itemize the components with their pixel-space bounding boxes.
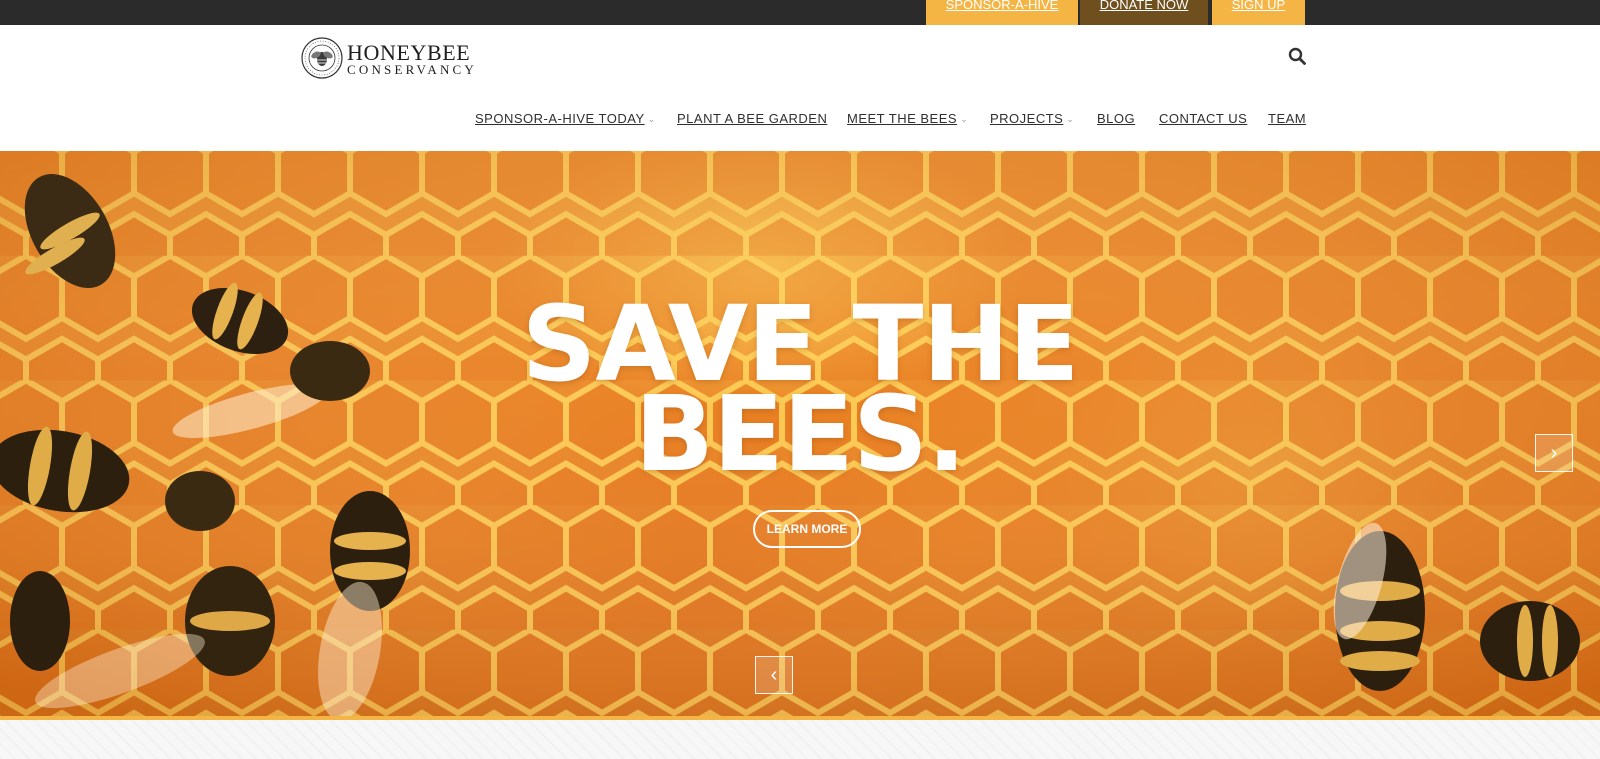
nav-item-label: BLOG <box>1097 111 1136 126</box>
nav-item-label: CONTACT US <box>1159 111 1248 126</box>
search-icon[interactable] <box>1288 47 1306 65</box>
hero-slider: SAVE THE BEES. LEARN MORE › ‹ <box>0 151 1600 716</box>
nav-item-projects[interactable]: PROJECTS ⌄ <box>990 111 1074 126</box>
sponsor-a-hive-button[interactable]: SPONSOR-A-HIVE <box>926 0 1078 25</box>
hero-title: SAVE THE BEES. <box>0 292 1600 495</box>
chevron-left-icon: ‹ <box>770 664 778 686</box>
learn-more-button[interactable]: LEARN MORE <box>753 510 861 548</box>
top-utility-bar: SPONSOR-A-HIVE DONATE NOW SIGN UP <box>0 0 1600 25</box>
content-section-top <box>0 716 1600 759</box>
chevron-down-icon: ⌄ <box>1066 114 1075 124</box>
hero-title-line2: BEES. <box>634 373 967 495</box>
nav-item-blog[interactable]: BLOG <box>1097 111 1135 126</box>
sponsor-a-hive-label: SPONSOR-A-HIVE <box>945 0 1059 12</box>
logo-wordmark-line1: HONEYBEE <box>347 40 471 65</box>
nav-item-label: TEAM <box>1268 111 1307 126</box>
nav-item-label: MEET THE BEES <box>847 111 958 126</box>
nav-item-meet-the-bees[interactable]: MEET THE BEES ⌄ <box>847 111 968 126</box>
donate-now-label: DONATE NOW <box>1099 0 1189 12</box>
logo-wordmark-line2: CONSERVANCY <box>347 62 477 77</box>
site-header: HONEYBEE CONSERVANCY SPONSOR-A-HIVE TODA… <box>0 25 1600 151</box>
chevron-down-icon: ⌄ <box>960 114 969 124</box>
site-logo[interactable]: HONEYBEE CONSERVANCY <box>300 36 474 81</box>
nav-item-contact-us[interactable]: CONTACT US <box>1159 111 1247 126</box>
nav-item-label: SPONSOR-A-HIVE TODAY <box>475 111 645 126</box>
slider-prev-button[interactable]: ‹ <box>755 656 793 694</box>
nav-item-label: PROJECTS <box>990 111 1064 126</box>
sign-up-label: SIGN UP <box>1231 0 1286 12</box>
chevron-right-icon: › <box>1550 442 1558 464</box>
logo-seal-icon <box>301 37 343 79</box>
sign-up-button[interactable]: SIGN UP <box>1212 0 1305 25</box>
nav-item-label: PLANT A BEE GARDEN <box>677 111 828 126</box>
bee-illustration <box>1333 522 1580 691</box>
nav-item-sponsor-a-hive-today[interactable]: SPONSOR-A-HIVE TODAY ⌄ <box>475 111 656 126</box>
chevron-down-icon: ⌄ <box>647 114 656 124</box>
slider-next-button[interactable]: › <box>1535 434 1573 472</box>
donate-now-button[interactable]: DONATE NOW <box>1080 0 1208 25</box>
nav-item-team[interactable]: TEAM <box>1268 111 1306 126</box>
nav-item-plant-a-bee-garden[interactable]: PLANT A BEE GARDEN <box>677 111 827 126</box>
